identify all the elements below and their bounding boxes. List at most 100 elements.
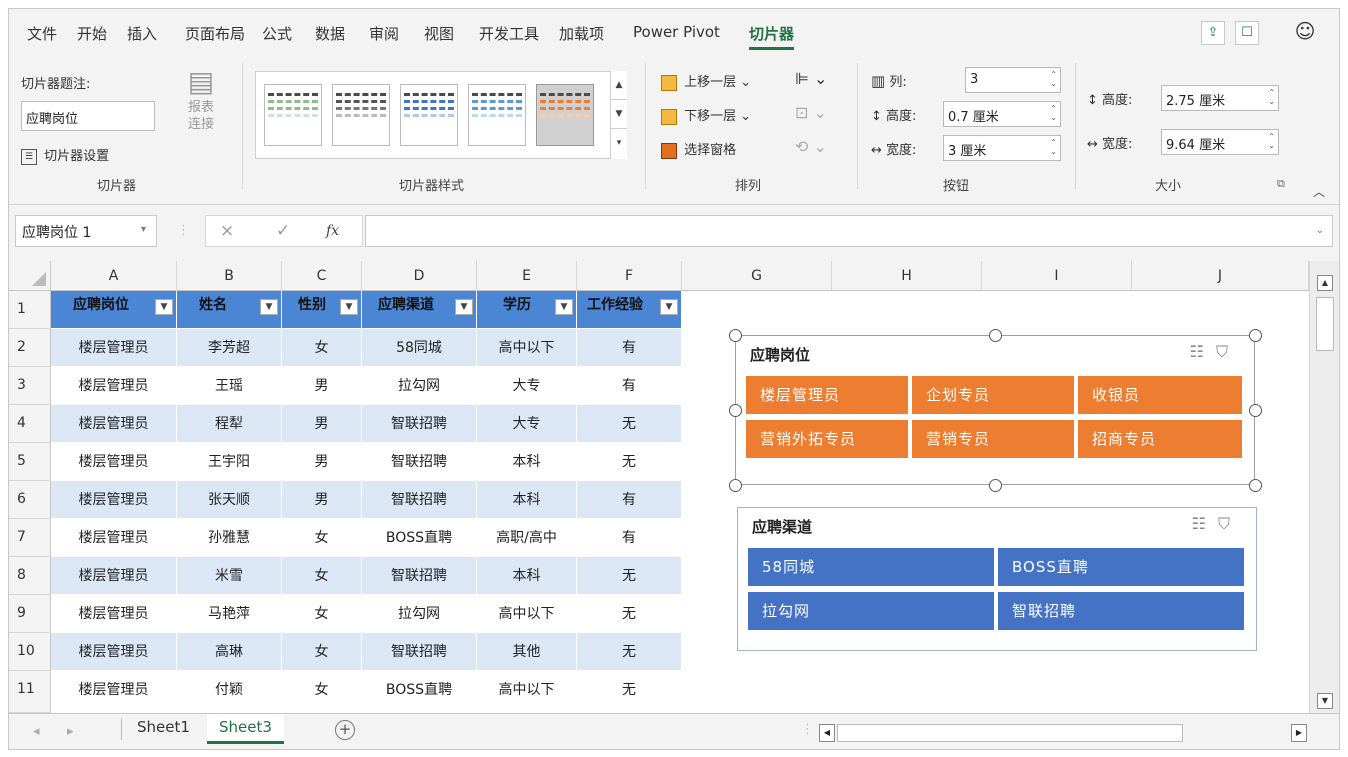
table-cell[interactable]: 无: [577, 443, 682, 481]
gallery-more-icon[interactable]: ▾: [611, 129, 627, 158]
table-cell[interactable]: 拉勾网: [362, 595, 477, 633]
row-header[interactable]: 6: [9, 481, 51, 519]
multi-select-icon[interactable]: ☷: [1192, 514, 1218, 533]
scroll-left-icon[interactable]: ◀: [819, 724, 835, 742]
group-icon[interactable]: ⊡ ⌄: [795, 103, 827, 122]
row-header[interactable]: 2: [9, 329, 51, 367]
vertical-scrollbar[interactable]: ▲ ▼: [1309, 261, 1339, 713]
table-cell[interactable]: 智联招聘: [362, 481, 477, 519]
slicer-item[interactable]: 楼层管理员: [746, 376, 908, 414]
button-width-stepper[interactable]: 3 厘米 ⌃ ⌄: [943, 135, 1061, 161]
share-icon[interactable]: ⇪: [1201, 21, 1225, 45]
enter-icon[interactable]: ✓: [276, 221, 290, 241]
table-cell[interactable]: 其他: [477, 633, 577, 671]
columns-stepper[interactable]: 3 ⌃ ⌄: [965, 67, 1061, 93]
slicer-item[interactable]: 营销专员: [912, 420, 1074, 458]
table-cell[interactable]: 女: [282, 557, 362, 595]
table-cell[interactable]: 程犁: [177, 405, 282, 443]
table-cell[interactable]: 付颖: [177, 671, 282, 713]
scroll-right-icon[interactable]: ▶: [1291, 724, 1307, 742]
tab-power-pivot[interactable]: Power Pivot: [633, 23, 720, 41]
table-cell[interactable]: 无: [577, 405, 682, 443]
formula-input[interactable]: ⌄: [365, 215, 1333, 247]
filter-dropdown-icon[interactable]: ▼: [155, 299, 173, 315]
table-cell[interactable]: 本科: [477, 557, 577, 595]
table-cell[interactable]: 本科: [477, 481, 577, 519]
table-cell[interactable]: 无: [577, 557, 682, 595]
sheet-tab[interactable]: Sheet1: [125, 714, 202, 744]
slicer-item[interactable]: 营销外拓专员: [746, 420, 908, 458]
table-cell[interactable]: 张天顺: [177, 481, 282, 519]
tab-file[interactable]: 文件: [27, 23, 57, 44]
column-header[interactable]: B: [177, 261, 282, 291]
gallery-up-icon[interactable]: ▲: [611, 71, 627, 100]
horizontal-scrollbar[interactable]: ◀ ▶: [819, 722, 1309, 744]
slicer-item[interactable]: 智联招聘: [998, 592, 1244, 630]
filter-dropdown-icon[interactable]: ▼: [660, 299, 678, 315]
row-header[interactable]: 11: [9, 671, 51, 713]
clear-filter-icon[interactable]: ⛉: [1218, 514, 1242, 533]
row-header[interactable]: 5: [9, 443, 51, 481]
spin-arrows-icon[interactable]: ⌃ ⌄: [1268, 132, 1275, 150]
tab-addins[interactable]: 加载项: [559, 23, 604, 44]
tab-review[interactable]: 审阅: [369, 23, 399, 44]
style-swatch-green[interactable]: [264, 84, 322, 146]
table-header-cell[interactable]: 应聘岗位 ▼: [51, 291, 177, 329]
filter-dropdown-icon[interactable]: ▼: [455, 299, 473, 315]
table-cell[interactable]: 无: [577, 671, 682, 713]
table-cell[interactable]: BOSS直聘: [362, 671, 477, 713]
size-dialog-launcher-icon[interactable]: ⧉: [1277, 177, 1285, 191]
size-width-stepper[interactable]: 9.64 厘米 ⌃ ⌄: [1161, 129, 1279, 155]
tab-developer[interactable]: 开发工具: [479, 23, 539, 44]
selection-pane-button[interactable]: 选择窗格: [661, 139, 736, 159]
slicer-settings-button[interactable]: ☰ 切片器设置: [21, 145, 109, 165]
prev-sheet-icon[interactable]: ◂: [33, 724, 40, 739]
resize-handle[interactable]: [989, 479, 1002, 492]
table-cell[interactable]: 女: [282, 595, 362, 633]
tab-view[interactable]: 视图: [424, 23, 454, 44]
table-cell[interactable]: 楼层管理员: [51, 405, 177, 443]
sheet-tab-active[interactable]: Sheet3: [207, 714, 284, 744]
table-cell[interactable]: 王瑶: [177, 367, 282, 405]
slicer-item[interactable]: 企划专员: [912, 376, 1074, 414]
table-cell[interactable]: 男: [282, 481, 362, 519]
style-swatch-orange-selected[interactable]: [536, 84, 594, 146]
column-header[interactable]: J: [1132, 261, 1309, 291]
filter-dropdown-icon[interactable]: ▼: [340, 299, 358, 315]
table-cell[interactable]: 马艳萍: [177, 595, 282, 633]
spin-arrows-icon[interactable]: ⌃ ⌄: [1268, 88, 1275, 106]
slicer-channel[interactable]: 应聘渠道 ☷⛉ 58同城 BOSS直聘 拉勾网 智联招聘: [737, 507, 1257, 651]
table-cell[interactable]: 楼层管理员: [51, 329, 177, 367]
table-cell[interactable]: 女: [282, 519, 362, 557]
table-cell[interactable]: 拉勾网: [362, 367, 477, 405]
add-sheet-icon[interactable]: +: [335, 720, 355, 740]
table-cell[interactable]: 楼层管理员: [51, 671, 177, 713]
filter-dropdown-icon[interactable]: ▼: [260, 299, 278, 315]
scroll-up-icon[interactable]: ▲: [1317, 275, 1333, 291]
table-cell[interactable]: 大专: [477, 405, 577, 443]
spin-arrows-icon[interactable]: ⌃ ⌄: [1050, 138, 1057, 156]
button-height-stepper[interactable]: 0.7 厘米 ⌃ ⌄: [943, 101, 1061, 127]
row-header[interactable]: 3: [9, 367, 51, 405]
resize-handle[interactable]: [989, 329, 1002, 342]
table-cell[interactable]: 本科: [477, 443, 577, 481]
spin-arrows-icon[interactable]: ⌃ ⌄: [1050, 70, 1057, 88]
row-header[interactable]: 8: [9, 557, 51, 595]
table-cell[interactable]: 米雪: [177, 557, 282, 595]
report-connections-button[interactable]: ▤ 报表 连接: [175, 65, 227, 133]
table-cell[interactable]: 大专: [477, 367, 577, 405]
row-header[interactable]: 9: [9, 595, 51, 633]
table-cell[interactable]: 无: [577, 633, 682, 671]
table-cell[interactable]: 智联招聘: [362, 405, 477, 443]
table-cell[interactable]: 男: [282, 405, 362, 443]
align-icon[interactable]: ⊫ ⌄: [795, 69, 827, 88]
column-header[interactable]: C: [282, 261, 362, 291]
resize-handle[interactable]: [1249, 329, 1262, 342]
collapse-ribbon-icon[interactable]: ︿: [1313, 183, 1325, 200]
table-cell[interactable]: 高琳: [177, 633, 282, 671]
column-header[interactable]: D: [362, 261, 477, 291]
row-header[interactable]: 7: [9, 519, 51, 557]
table-cell[interactable]: 孙雅慧: [177, 519, 282, 557]
clear-filter-icon[interactable]: ⛉: [1216, 342, 1240, 361]
table-cell[interactable]: 男: [282, 367, 362, 405]
